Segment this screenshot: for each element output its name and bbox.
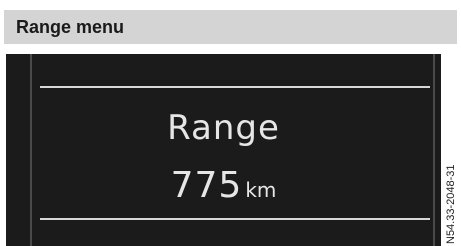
range-unit: km	[245, 178, 277, 202]
range-value: 775	[170, 165, 243, 206]
range-label: Range	[167, 108, 280, 148]
range-readout: 775 km	[6, 166, 441, 212]
figure-code: N54.33-2048-31	[445, 164, 457, 244]
display-right-divider	[433, 54, 435, 246]
section-header: Range menu	[4, 10, 457, 44]
display-bottom-rule	[40, 218, 430, 220]
display-top-rule	[40, 86, 430, 88]
section-title: Range menu	[16, 17, 125, 37]
display-left-divider	[30, 54, 32, 246]
instrument-display: Range 775 km	[6, 54, 441, 246]
